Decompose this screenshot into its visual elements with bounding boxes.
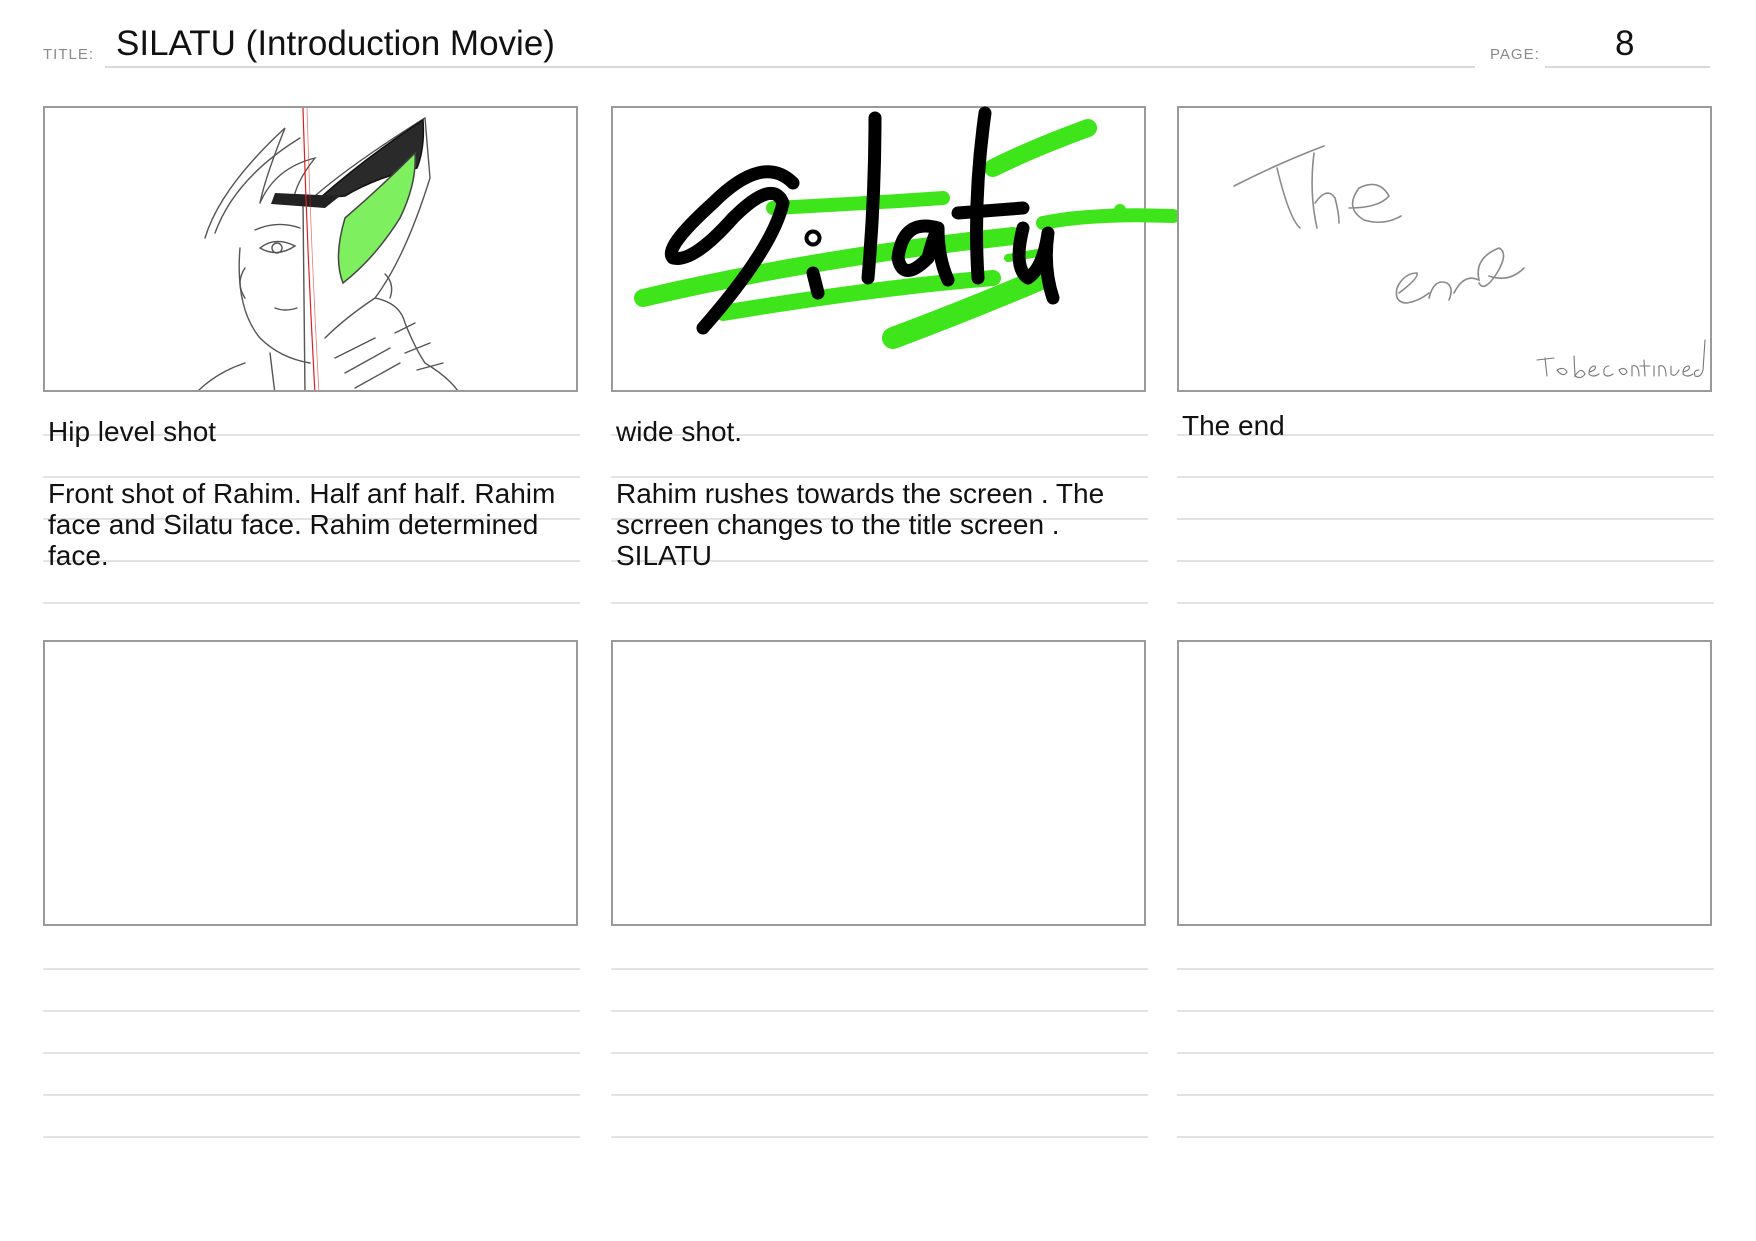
note-rule	[611, 1010, 1148, 1012]
note-rule	[1177, 1010, 1714, 1012]
note-rule	[1177, 476, 1714, 478]
storyboard-panel-2[interactable]	[611, 106, 1180, 392]
rahim-silatu-sketch	[198, 108, 459, 390]
note-rule	[611, 1052, 1148, 1054]
note-rule	[611, 1094, 1148, 1096]
storyboard-panel-1[interactable]	[43, 106, 578, 392]
note-rule	[43, 1052, 580, 1054]
title-underline	[105, 66, 1475, 68]
panel-4-notes	[43, 930, 580, 1140]
storyboard-panel-3[interactable]	[1177, 106, 1712, 392]
note-rule	[43, 968, 580, 970]
page-underline	[1545, 66, 1710, 68]
note-rule	[1177, 1094, 1714, 1096]
panel-1-notes: Hip level shot Front shot of Rahim. Half…	[43, 398, 580, 608]
note-rule	[43, 1010, 580, 1012]
note-rule	[1177, 1136, 1714, 1138]
panel-2-notes: wide shot. Rahim rushes towards the scre…	[611, 398, 1148, 608]
note-rule	[1177, 1052, 1714, 1054]
note-rule	[1177, 560, 1714, 562]
note-rule	[1177, 968, 1714, 970]
shot-type[interactable]: wide shot.	[616, 416, 742, 447]
page-number[interactable]: 8	[1615, 24, 1634, 64]
storyboard-panel-4[interactable]	[43, 640, 578, 926]
note-rule	[1177, 602, 1714, 604]
storyboard-panel-5[interactable]	[611, 640, 1146, 926]
panel-5-notes	[611, 930, 1148, 1140]
note-rule	[1177, 518, 1714, 520]
shot-type[interactable]: Hip level shot	[48, 416, 216, 447]
silatu-title-logo	[634, 106, 1180, 349]
shot-type[interactable]: The end	[1182, 410, 1285, 441]
note-rule	[43, 1094, 580, 1096]
page-label: PAGE:	[1490, 46, 1540, 63]
the-end-handwriting	[1233, 145, 1706, 379]
storyboard-panel-6[interactable]	[1177, 640, 1712, 926]
page-title[interactable]: SILATU (Introduction Movie)	[116, 24, 555, 64]
note-rule	[43, 602, 580, 604]
note-rule	[611, 968, 1148, 970]
shot-description[interactable]: Front shot of Rahim. Half anf half. Rahi…	[48, 478, 555, 571]
shot-description[interactable]: Rahim rushes towards the screen . The sc…	[616, 478, 1104, 571]
note-rule	[611, 602, 1148, 604]
panel-6-notes	[1177, 930, 1714, 1140]
title-label: TITLE:	[43, 46, 95, 63]
note-rule	[43, 1136, 580, 1138]
note-rule	[611, 1136, 1148, 1138]
panel-3-notes: The end	[1177, 398, 1714, 608]
